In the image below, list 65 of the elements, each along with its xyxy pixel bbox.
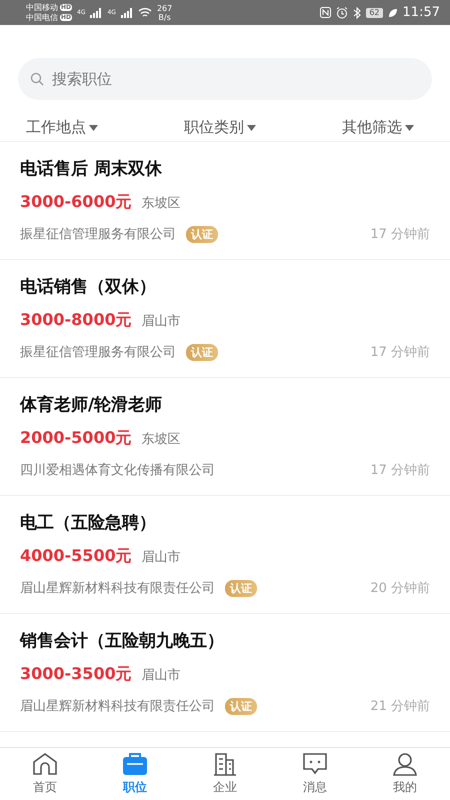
salary: 3000-6000元 xyxy=(20,192,132,213)
location: 眉山市 xyxy=(142,312,181,330)
battery-level: 62 xyxy=(366,8,383,18)
job-title: 销售会计（五险朝九晚五） xyxy=(20,630,225,652)
job-card[interactable]: 电话售后 周末双休 3000-6000元 东坡区 振星征信管理服务有限公司 认证 17 分钟前 xyxy=(0,142,450,260)
signal-icon xyxy=(120,8,133,18)
search-icon xyxy=(30,72,44,86)
company-name: 振星征信管理服务有限公司 xyxy=(20,344,176,361)
person-icon xyxy=(392,752,418,776)
company-name: 眉山星辉新材料科技有限责任公司 xyxy=(20,580,215,597)
location: 眉山市 xyxy=(142,666,181,684)
job-card[interactable]: 电工（五险急聘） 4000-5500元 眉山市 眉山星辉新材料科技有限责任公司 认证 20 分钟前 xyxy=(0,496,450,614)
job-title: 体育老师/轮滑老师 xyxy=(20,394,164,416)
search-field[interactable]: 搜索职位 xyxy=(18,58,432,100)
company-name: 振星征信管理服务有限公司 xyxy=(20,226,176,243)
home-icon xyxy=(32,752,58,776)
verified-badge: 认证 xyxy=(186,344,218,360)
location: 东坡区 xyxy=(142,194,181,212)
salary: 3000-8000元 xyxy=(20,310,132,331)
verified-badge: 认证 xyxy=(225,580,257,596)
leaf-icon xyxy=(388,8,398,18)
posted-time: 20 分钟前 xyxy=(370,580,430,597)
nav-tab[interactable]: 首页 xyxy=(0,748,90,800)
job-title: 电工（五险急聘） xyxy=(20,512,157,534)
speed-unit: B/s xyxy=(158,12,171,22)
job-title: 电话销售（双休） xyxy=(20,276,157,298)
signal-icon xyxy=(90,8,102,18)
nfc-icon xyxy=(320,7,332,18)
filter-dropdown[interactable]: 工作地点 xyxy=(26,118,98,137)
briefcase-icon xyxy=(122,752,148,776)
posted-time: 17 分钟前 xyxy=(370,226,430,243)
carrier-name: 中国电信 xyxy=(26,13,58,22)
location: 东坡区 xyxy=(142,430,181,448)
location: 眉山市 xyxy=(142,548,181,566)
filter-dropdown[interactable]: 职位类别 xyxy=(184,118,256,137)
job-card[interactable]: 电话销售（双休） 3000-8000元 眉山市 振星征信管理服务有限公司 认证 17 分钟前 xyxy=(0,260,450,378)
nav-tab[interactable]: 我的 xyxy=(360,748,450,800)
wifi-icon xyxy=(138,7,152,18)
posted-time: 17 分钟前 xyxy=(370,462,430,479)
salary: 3000-3500元 xyxy=(20,664,132,685)
caret-icon xyxy=(405,124,414,130)
company-name: 四川爱相遇体育文化传播有限公司 xyxy=(20,462,215,479)
job-card[interactable]: 销售会计（五险朝九晚五） 3000-3500元 眉山市 眉山星辉新材料科技有限责任公司 认证 21 分钟前 xyxy=(0,614,450,732)
job-title: 电话售后 周末双休 xyxy=(20,158,163,180)
nav-tab[interactable]: 职位 xyxy=(90,748,180,800)
speed-value: 267 xyxy=(156,4,172,12)
company-name: 眉山星辉新材料科技有限责任公司 xyxy=(20,698,215,715)
caret-icon xyxy=(89,124,98,130)
building-icon xyxy=(212,752,238,776)
alarm-icon xyxy=(336,6,348,18)
posted-time: 21 分钟前 xyxy=(370,698,430,715)
filter-dropdown[interactable]: 其他筛选 xyxy=(342,118,414,137)
salary: 2000-5000元 xyxy=(20,428,132,449)
clock-time: 11:57 xyxy=(402,5,440,20)
verified-badge: 认证 xyxy=(186,226,218,242)
caret-icon xyxy=(247,124,256,130)
nav-tab[interactable]: 企业 xyxy=(180,748,270,800)
job-card[interactable]: 体育老师/轮滑老师 2000-5000元 东坡区 四川爱相遇体育文化传播有限公司 17 分钟前 xyxy=(0,378,450,496)
posted-time: 17 分钟前 xyxy=(370,344,430,361)
chat-icon xyxy=(302,752,328,776)
salary: 4000-5500元 xyxy=(20,546,132,567)
carrier-name: 中国移动 xyxy=(26,3,58,12)
bluetooth-icon xyxy=(353,6,362,18)
nav-tab[interactable]: 消息 xyxy=(270,748,360,800)
verified-badge: 认证 xyxy=(225,698,257,714)
